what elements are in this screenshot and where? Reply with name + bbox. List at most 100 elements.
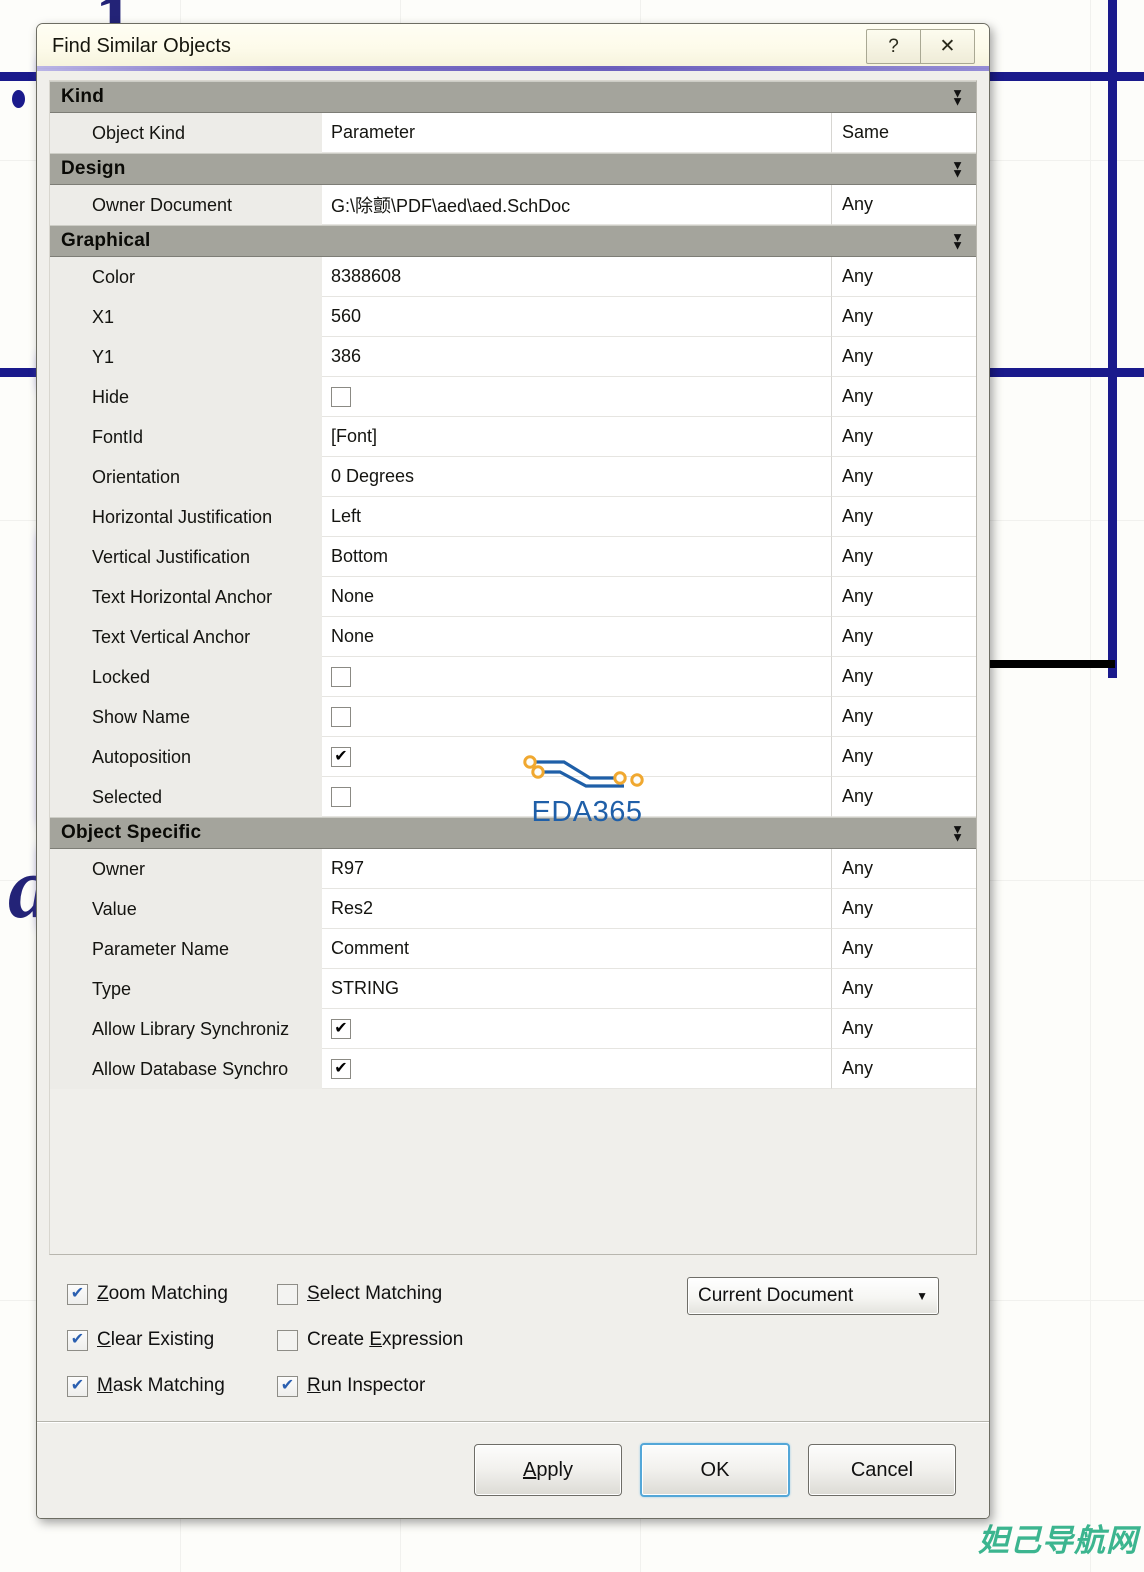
property-group-header[interactable]: Graphical ▼ ▼ (50, 225, 976, 257)
property-row[interactable]: Show Name Any (50, 697, 976, 737)
property-value-cell[interactable]: Res2 (322, 889, 831, 929)
property-match-cell[interactable]: Any (831, 969, 976, 1009)
property-value-cell[interactable]: R97 (322, 849, 831, 889)
property-value-cell[interactable] (322, 657, 831, 697)
property-row[interactable]: Type STRING Any (50, 969, 976, 1009)
option-zoom-matching[interactable]: ✔ Zoom Matching (67, 1283, 277, 1305)
property-value-cell[interactable]: None (322, 617, 831, 657)
property-match-cell[interactable]: Any (831, 297, 976, 337)
property-match-cell[interactable]: Any (831, 1049, 976, 1089)
property-row[interactable]: Owner Document G:\除颤\PDF\aed\aed.SchDoc An… (50, 185, 976, 225)
property-value-cell[interactable]: [Font] (322, 417, 831, 457)
property-match-cell[interactable]: Any (831, 929, 976, 969)
option-clear-existing[interactable]: ✔ Clear Existing (67, 1329, 277, 1351)
apply-button[interactable]: Apply (474, 1444, 622, 1496)
option-checkbox[interactable]: ✔ (67, 1329, 88, 1351)
property-row[interactable]: Text Horizontal Anchor None Any (50, 577, 976, 617)
property-match-cell[interactable]: Any (831, 617, 976, 657)
property-row[interactable]: Object Kind Parameter Same (50, 113, 976, 153)
property-row[interactable]: Vertical Justification Bottom Any (50, 537, 976, 577)
property-match-cell[interactable]: Any (831, 185, 976, 225)
property-row[interactable]: X1 560 Any (50, 297, 976, 337)
property-value-cell[interactable]: None (322, 577, 831, 617)
property-group-header[interactable]: Object Specific ▼ ▼ (50, 817, 976, 849)
option-checkbox[interactable]: ✔ (67, 1375, 88, 1397)
property-match-cell[interactable]: Any (831, 537, 976, 577)
help-icon[interactable]: ? (867, 30, 920, 63)
chevron-down-double-icon[interactable]: ▼ ▼ (951, 823, 964, 844)
property-value-cell[interactable]: Parameter (322, 113, 831, 153)
property-match-cell[interactable]: Any (831, 377, 976, 417)
ok-button[interactable]: OK (640, 1443, 790, 1497)
chevron-down-double-icon[interactable]: ▼ ▼ (951, 87, 964, 108)
property-value-cell[interactable]: STRING (322, 969, 831, 1009)
property-match-cell[interactable]: Any (831, 777, 976, 817)
property-value-cell[interactable] (322, 697, 831, 737)
property-match-cell[interactable]: Any (831, 737, 976, 777)
property-match-cell[interactable]: Any (831, 1009, 976, 1049)
property-checkbox[interactable] (331, 386, 351, 407)
property-value-cell[interactable]: ✔ (322, 737, 831, 777)
option-run-inspector[interactable]: ✔ Run Inspector (277, 1375, 507, 1397)
property-checkbox[interactable]: ✔ (331, 1018, 351, 1039)
property-row[interactable]: Autoposition ✔ Any (50, 737, 976, 777)
property-row[interactable]: Selected Any (50, 777, 976, 817)
property-value-cell[interactable]: Comment (322, 929, 831, 969)
property-row[interactable]: Locked Any (50, 657, 976, 697)
property-match-cell[interactable]: Any (831, 257, 976, 297)
property-match-cell[interactable]: Any (831, 657, 976, 697)
property-row[interactable]: Color 8388608 Any (50, 257, 976, 297)
property-row[interactable]: Allow Library Synchroniz ✔ Any (50, 1009, 976, 1049)
scope-dropdown[interactable]: Current Document ▼ (687, 1277, 939, 1315)
property-match-cell[interactable]: Any (831, 577, 976, 617)
option-checkbox[interactable]: ✔ (277, 1375, 298, 1397)
property-checkbox[interactable] (331, 666, 351, 687)
cancel-button[interactable]: Cancel (808, 1444, 956, 1496)
property-match-cell[interactable]: Any (831, 889, 976, 929)
property-value-cell[interactable]: Left (322, 497, 831, 537)
property-group-header[interactable]: Design ▼ ▼ (50, 153, 976, 185)
property-value-cell[interactable]: 386 (322, 337, 831, 377)
property-row[interactable]: Y1 386 Any (50, 337, 976, 377)
property-value-cell[interactable]: ✔ (322, 1049, 831, 1089)
property-value-cell[interactable]: Bottom (322, 537, 831, 577)
property-row[interactable]: Owner R97 Any (50, 849, 976, 889)
property-match-cell[interactable]: Any (831, 849, 976, 889)
option-checkbox[interactable] (277, 1329, 298, 1351)
property-match-cell[interactable]: Any (831, 457, 976, 497)
property-value-cell[interactable] (322, 777, 831, 817)
close-icon[interactable]: ✕ (920, 30, 974, 63)
property-label: Y1 (92, 346, 115, 367)
property-row[interactable]: Horizontal Justification Left Any (50, 497, 976, 537)
property-row[interactable]: Text Vertical Anchor None Any (50, 617, 976, 657)
chevron-down-double-icon[interactable]: ▼ ▼ (951, 159, 964, 180)
property-checkbox[interactable]: ✔ (331, 746, 351, 767)
property-checkbox[interactable]: ✔ (331, 1058, 351, 1079)
property-row[interactable]: Hide Any (50, 377, 976, 417)
chevron-down-double-icon[interactable]: ▼ ▼ (951, 231, 964, 252)
option-checkbox[interactable] (277, 1283, 298, 1305)
property-value-cell[interactable]: 0 Degrees (322, 457, 831, 497)
property-match-cell[interactable]: Any (831, 417, 976, 457)
property-row[interactable]: Value Res2 Any (50, 889, 976, 929)
property-value-cell[interactable]: G:\除颤\PDF\aed\aed.SchDoc (322, 185, 831, 225)
property-row[interactable]: FontId [Font] Any (50, 417, 976, 457)
option-select-matching[interactable]: Select Matching (277, 1283, 507, 1305)
option-mask-matching[interactable]: ✔ Mask Matching (67, 1375, 277, 1397)
property-match-cell[interactable]: Any (831, 497, 976, 537)
property-checkbox[interactable] (331, 706, 351, 727)
property-value-cell[interactable]: 560 (322, 297, 831, 337)
option-expression[interactable]: Create Expression (277, 1329, 507, 1351)
property-row[interactable]: Parameter Name Comment Any (50, 929, 976, 969)
property-group-header[interactable]: Kind ▼ ▼ (50, 81, 976, 113)
property-value-cell[interactable]: 8388608 (322, 257, 831, 297)
option-checkbox[interactable]: ✔ (67, 1283, 88, 1305)
property-match-cell[interactable]: Same (831, 113, 976, 153)
property-row[interactable]: Allow Database Synchro ✔ Any (50, 1049, 976, 1089)
property-value-cell[interactable] (322, 377, 831, 417)
property-match-cell[interactable]: Any (831, 337, 976, 377)
property-value-cell[interactable]: ✔ (322, 1009, 831, 1049)
property-row[interactable]: Orientation 0 Degrees Any (50, 457, 976, 497)
property-match-cell[interactable]: Any (831, 697, 976, 737)
property-checkbox[interactable] (331, 786, 351, 807)
